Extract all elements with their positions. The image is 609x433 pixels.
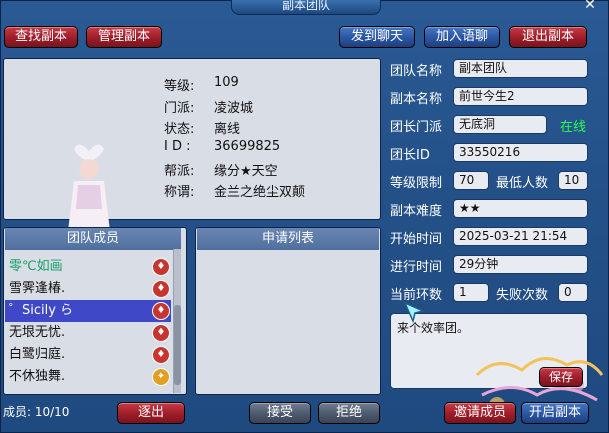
manage-dungeon-button[interactable]: 管理副本 [86,26,162,48]
scrollbar-thumb[interactable] [174,305,181,385]
difficulty-field: ★★ [453,199,588,218]
elapsed-time-label: 进行时间 [390,260,443,275]
member-row[interactable]: 白鹭归庭. [5,344,171,366]
kick-button[interactable]: 逐出 [117,402,185,424]
reject-button[interactable]: 拒绝 [318,402,380,424]
members-header: 团队成员 [5,228,181,250]
leader-school-field: 无底洞 [453,115,547,134]
difficulty-label: 副本难度 [390,204,443,219]
school-emblem-icon: ♦ [152,280,170,298]
team-name-field: 副本团队 [453,59,588,78]
invite-member-button[interactable]: 邀请成员 [444,402,516,424]
apply-header: 申请列表 [197,228,379,250]
window-title: 副本团队 [231,0,381,15]
school-emblem-icon: ✦ [152,368,170,386]
dungeon-name-field: 前世今生2 [453,87,588,106]
member-row[interactable]: 不休独舞. [5,366,171,388]
team-name-label: 团队名称 [390,64,443,79]
fail-count-label: 失败次数 [496,288,549,303]
level-label: 等级: [164,79,195,94]
title-value: 金兰之绝尘双颠 [214,185,306,200]
send-to-chat-button[interactable]: 发到聊天 [339,26,415,48]
accept-button[interactable]: 接受 [249,402,311,424]
current-round-field: 1 [453,283,489,302]
guild-label: 帮派: [164,164,195,179]
min-count-label: 最低人数 [496,176,549,191]
member-count: 成员: 10/10 [3,405,70,419]
leader-school-label: 团长门派 [390,120,443,135]
start-time-label: 开始时间 [390,232,443,247]
member-row[interactable]: 零℃如画 [5,256,171,278]
leader-id-label: 团长ID [390,148,430,163]
id-label: I D : [164,139,191,154]
school-emblem-icon: ♦ [152,302,170,320]
leader-id-field: 33550216 [453,143,588,162]
player-info-panel: 等级: 109 门派: 凌波城 状态: 离线 I D : 36699825 帮派… [3,58,381,253]
open-dungeon-button[interactable]: 开启副本 [521,402,589,424]
fail-count-field: 0 [558,283,588,302]
member-row[interactable]: 无垠无忧. [5,322,171,344]
level-value: 109 [214,75,239,90]
school-emblem-icon: ♦ [152,324,170,342]
school-value: 凌波城 [214,101,254,116]
find-dungeon-button[interactable]: 查找副本 [4,26,78,48]
school-emblem-icon: ♦ [152,258,170,276]
guild-value: 缘分★天空 [214,164,278,179]
quit-dungeon-button[interactable]: 退出副本 [509,26,587,48]
team-window: 副本团队 ✕ 查找副本 管理副本 发到聊天 加入语聊 退出副本 等级: 109 … [0,0,609,433]
school-emblem-icon: ♦ [152,346,170,364]
members-scrollbar[interactable] [173,249,181,393]
id-value: 36699825 [214,139,281,154]
save-button[interactable]: 保存 [539,367,583,387]
title-label: 称谓: [164,185,195,200]
apply-panel [195,227,381,395]
join-voice-button[interactable]: 加入语聊 [424,26,500,48]
cursor-icon [403,301,426,324]
min-count-field: 10 [558,171,588,190]
start-time-field: 2025-03-21 21:54 [453,227,588,246]
school-label: 门派: [164,101,195,116]
level-limit-field: 70 [453,171,489,190]
status-value: 离线 [214,122,241,137]
level-limit-label: 等级限制 [390,176,443,191]
leader-online-status: 在线 [560,120,587,135]
member-row-selected[interactable]: ゜Sicily ら [5,300,171,322]
dungeon-name-label: 副本名称 [390,92,443,107]
elapsed-time-field: 29分钟 [453,255,588,274]
member-row[interactable]: 雪霁逢椿. [5,278,171,300]
close-icon[interactable]: ✕ [582,0,598,14]
status-label: 状态: [164,122,195,137]
